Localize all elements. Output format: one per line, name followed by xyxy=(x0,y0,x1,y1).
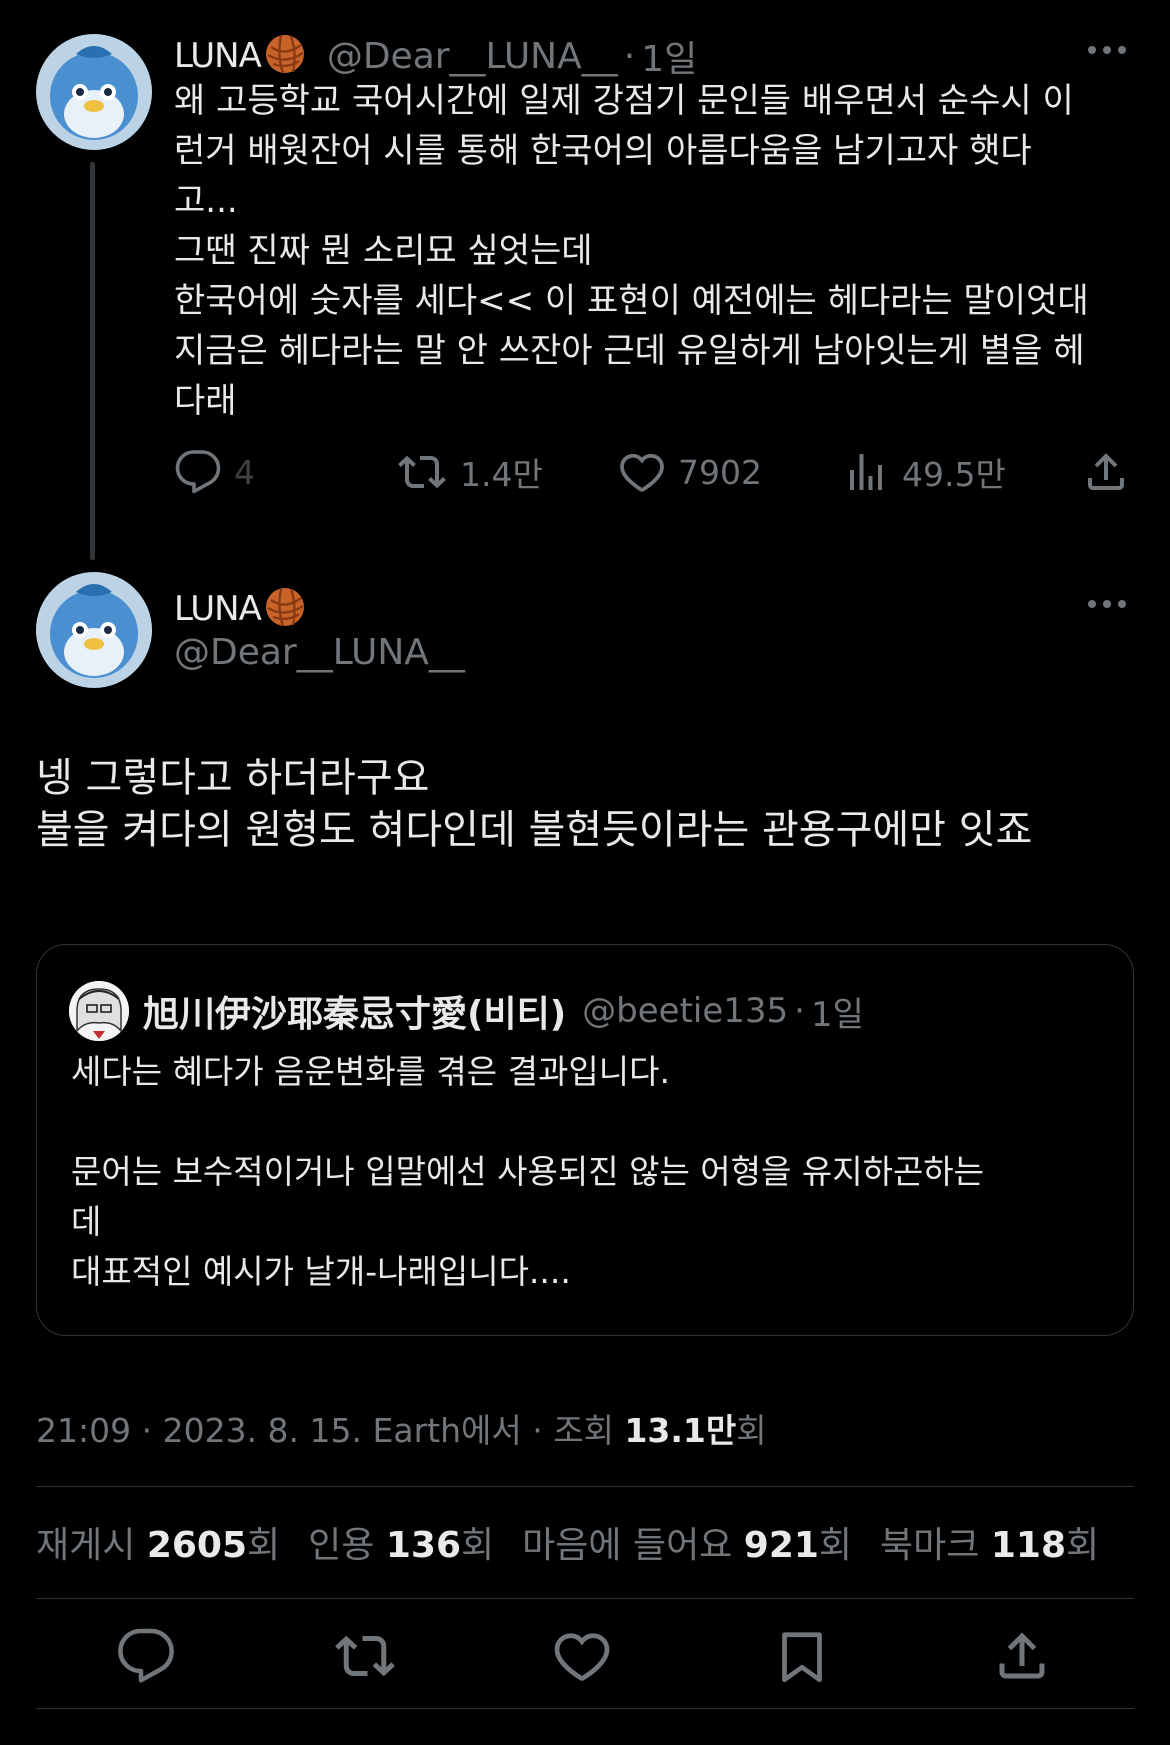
like-count: 7902 xyxy=(678,452,762,492)
engagement-stats: 재게시 2605회 인용 136회 마음에 들어요 921회 북마크 118회 xyxy=(36,1516,1099,1568)
quoted-post[interactable]: 旭川伊沙耶秦忌寸愛(비티) @beetie135 · 1일 세다는 혜다가 음운… xyxy=(36,944,1134,1336)
bookmark-button[interactable] xyxy=(772,1626,832,1690)
display-name[interactable]: LUNA xyxy=(174,589,262,629)
views-count: 49.5만 xyxy=(902,455,1006,494)
repost-icon xyxy=(396,448,448,496)
more-icon[interactable] xyxy=(1088,46,1126,54)
views-value: 13.1만 xyxy=(624,1411,737,1450)
timestamp[interactable]: 1일 xyxy=(641,30,697,82)
like-button[interactable] xyxy=(552,1626,612,1690)
avatar[interactable] xyxy=(36,572,152,688)
action-bar: 4 1.4만 7902 49.5만 xyxy=(174,448,1134,504)
repost-count: 1.4만 xyxy=(460,455,543,494)
heart-icon xyxy=(618,448,666,496)
reply-icon xyxy=(116,1628,176,1690)
views-button[interactable]: 49.5만 xyxy=(842,448,1006,496)
handle[interactable]: @Dear__LUNA__ xyxy=(327,36,618,77)
yarn-emoji-icon xyxy=(263,31,309,81)
more-icon[interactable] xyxy=(1088,600,1126,608)
reply-icon xyxy=(174,448,222,496)
thread-line xyxy=(90,162,95,560)
bookmarks-stat[interactable]: 북마크 118회 xyxy=(880,1516,1099,1568)
author-row: LUNA xyxy=(174,584,309,634)
reply-button[interactable]: 4 xyxy=(174,448,255,496)
divider xyxy=(36,1708,1134,1709)
divider xyxy=(36,1598,1134,1599)
repost-button[interactable]: 1.4만 xyxy=(396,448,543,496)
post-meta: 21:09 · 2023. 8. 15. Earth에서 · 조회 13.1만회 xyxy=(36,1411,767,1450)
share-button[interactable] xyxy=(992,1626,1052,1690)
yarn-emoji-icon xyxy=(263,584,309,634)
post-text: 넹 그렇다고 하더라구요 불을 켜다의 원형도 혀다인데 불현듯이라는 관용구에… xyxy=(36,755,1033,853)
post-text: 왜 고등학교 국어시간에 일제 강점기 문인들 배우면서 순수시 이 런거 배웟… xyxy=(174,81,1089,421)
bottom-action-bar xyxy=(36,1626,1134,1690)
like-button[interactable]: 7902 xyxy=(618,448,762,496)
likes-stat[interactable]: 마음에 들어요 921회 xyxy=(522,1516,852,1568)
repost-icon xyxy=(332,1635,398,1690)
separator-dot: · xyxy=(794,991,805,1031)
quoted-text: 세다는 혜다가 음운변화를 겪은 결과입니다. 문어는 보수적이거나 입말에선 … xyxy=(71,1052,985,1291)
quoted-author-row: 旭川伊沙耶秦忌寸愛(비티) @beetie135 · 1일 xyxy=(143,981,864,1041)
views-icon xyxy=(842,448,890,496)
share-icon xyxy=(992,1632,1052,1690)
quoted-display-name: 旭川伊沙耶秦忌寸愛(비티) xyxy=(143,994,567,1035)
author-row: LUNA @Dear__LUNA__ · 1일 xyxy=(174,30,697,82)
repost-button[interactable] xyxy=(332,1626,398,1690)
post-date[interactable]: 2023. 8. 15. xyxy=(163,1411,362,1450)
heart-icon xyxy=(552,1633,612,1690)
separator-dot: · xyxy=(623,35,636,77)
reposts-stat[interactable]: 재게시 2605회 xyxy=(36,1516,280,1568)
post-time[interactable]: 21:09 xyxy=(36,1411,131,1450)
avatar[interactable] xyxy=(36,34,152,150)
views-label: 조회 xyxy=(553,1411,614,1450)
divider xyxy=(36,1486,1134,1487)
quoted-timestamp: 1일 xyxy=(810,994,864,1035)
share-button[interactable] xyxy=(1082,448,1130,496)
quotes-stat[interactable]: 인용 136회 xyxy=(308,1516,494,1568)
reply-button[interactable] xyxy=(116,1626,176,1690)
views-suffix: 회 xyxy=(736,1411,767,1450)
bookmark-icon xyxy=(772,1632,832,1690)
share-icon xyxy=(1082,448,1130,496)
display-name[interactable]: LUNA xyxy=(174,36,262,76)
post-source: Earth에서 xyxy=(372,1411,522,1450)
reply-count: 4 xyxy=(234,452,255,492)
quoted-handle: @beetie135 xyxy=(582,991,789,1031)
handle[interactable]: @Dear__LUNA__ xyxy=(174,632,465,673)
avatar xyxy=(69,981,129,1041)
